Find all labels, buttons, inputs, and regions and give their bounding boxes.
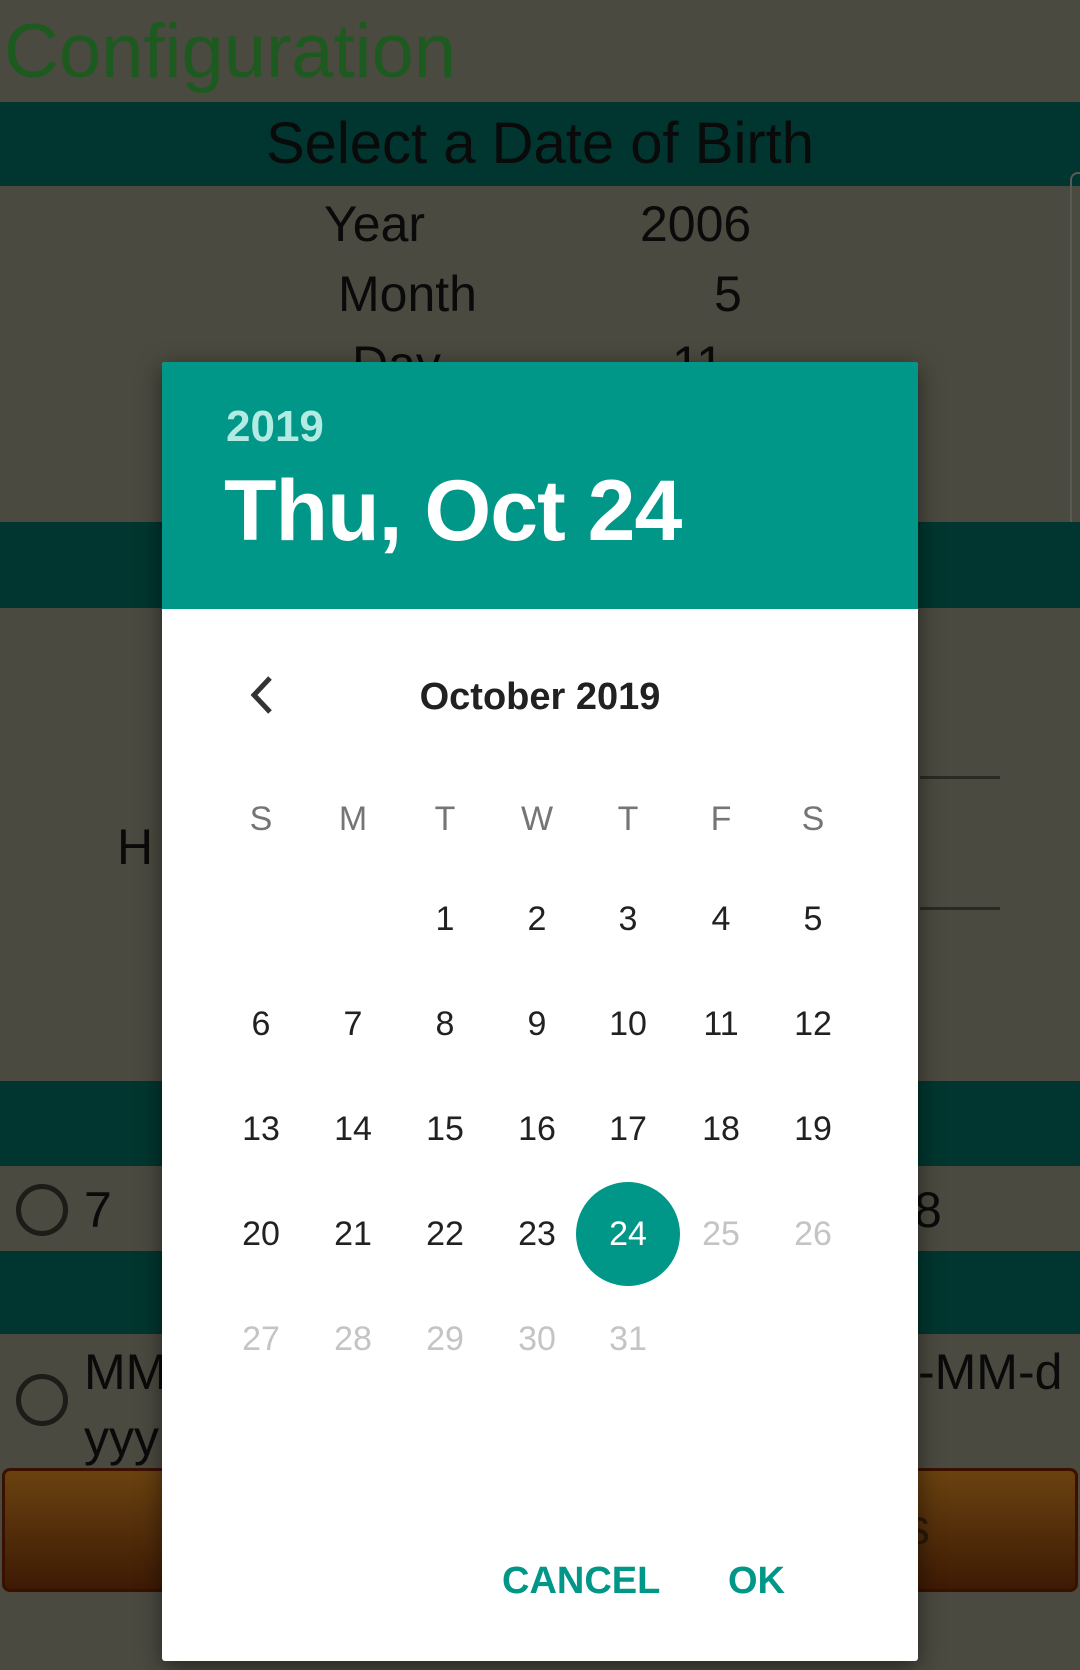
calendar-day: 28 [334, 1320, 372, 1358]
calendar-day[interactable]: 21 [308, 1182, 398, 1286]
calendar-day[interactable]: 3 [583, 867, 673, 971]
calendar-day[interactable]: 19 [768, 1077, 858, 1181]
header-year[interactable]: 2019 [226, 402, 324, 452]
calendar-day-selected[interactable]: 24 [583, 1182, 673, 1286]
calendar-day: 31 [609, 1320, 647, 1358]
calendar-day[interactable]: 6 [216, 972, 306, 1076]
radio-label: 8 [914, 1182, 942, 1238]
calendar-day[interactable]: 8 [400, 972, 490, 1076]
calendar-day: 30 [518, 1320, 556, 1358]
date-picker-header: 2019 Thu, Oct 24 [162, 362, 918, 609]
date-picker-dialog: 2019 Thu, Oct 24 October 2019 SMTWTFS 12… [162, 362, 918, 1661]
weekday-header: S [801, 800, 825, 838]
calendar-day[interactable]: 11 [676, 972, 766, 1076]
header-date[interactable]: Thu, Oct 24 [224, 462, 682, 561]
calendar-day[interactable]: 16 [492, 1077, 582, 1181]
month-value[interactable]: 5 [714, 264, 742, 324]
section-title: Select a Date of Birth [265, 111, 815, 176]
input-underline [920, 776, 1000, 779]
weekday-header: M [338, 800, 368, 838]
weekday-header: S [249, 800, 273, 838]
calendar-day[interactable]: 20 [216, 1182, 306, 1286]
calendar-day: 29 [426, 1320, 464, 1358]
cancel-button[interactable]: CANCEL [502, 1560, 660, 1603]
calendar-day[interactable]: 14 [308, 1077, 398, 1181]
calendar-day[interactable]: 23 [492, 1182, 582, 1286]
calendar-day[interactable]: 12 [768, 972, 858, 1076]
calendar-day: 25 [702, 1215, 740, 1253]
radio-label: MM [84, 1344, 168, 1400]
weekday-header: T [617, 800, 639, 838]
input-underline [920, 907, 1000, 910]
radio-button[interactable] [16, 1374, 68, 1426]
calendar-day[interactable]: 17 [583, 1077, 673, 1181]
calendar-day[interactable]: 9 [492, 972, 582, 1076]
radio-label: 7 [84, 1182, 112, 1238]
calendar-day: 27 [242, 1320, 280, 1358]
calendar-day[interactable]: 2 [492, 867, 582, 971]
year-value[interactable]: 2006 [640, 194, 751, 254]
page-title: Configuration [4, 9, 457, 94]
calendar-day[interactable]: 13 [216, 1077, 306, 1181]
weekday-header: F [710, 800, 732, 838]
partial-label: H [117, 819, 154, 875]
month-year-label: October 2019 [419, 676, 661, 718]
year-label: Year [324, 196, 426, 252]
calendar-day[interactable]: 7 [308, 972, 398, 1076]
calendar-day[interactable]: 22 [400, 1182, 490, 1286]
weekday-header: W [520, 800, 554, 838]
calendar-day: 26 [794, 1215, 832, 1253]
section-header: Select a Date of Birth [0, 102, 1080, 186]
radio-button[interactable] [16, 1184, 68, 1236]
calendar-day[interactable]: 5 [768, 867, 858, 971]
calendar-day[interactable]: 18 [676, 1077, 766, 1181]
ok-button[interactable]: OK [728, 1560, 785, 1603]
month-label: Month [338, 266, 477, 322]
weekday-header: T [434, 800, 456, 838]
calendar-day[interactable]: 4 [676, 867, 766, 971]
radio-label: yyy [84, 1410, 159, 1466]
calendar-day[interactable]: 15 [400, 1077, 490, 1181]
calendar-day[interactable]: 10 [583, 972, 673, 1076]
calendar-day[interactable]: 1 [400, 867, 490, 971]
radio-label: -MM-d [918, 1344, 1063, 1400]
